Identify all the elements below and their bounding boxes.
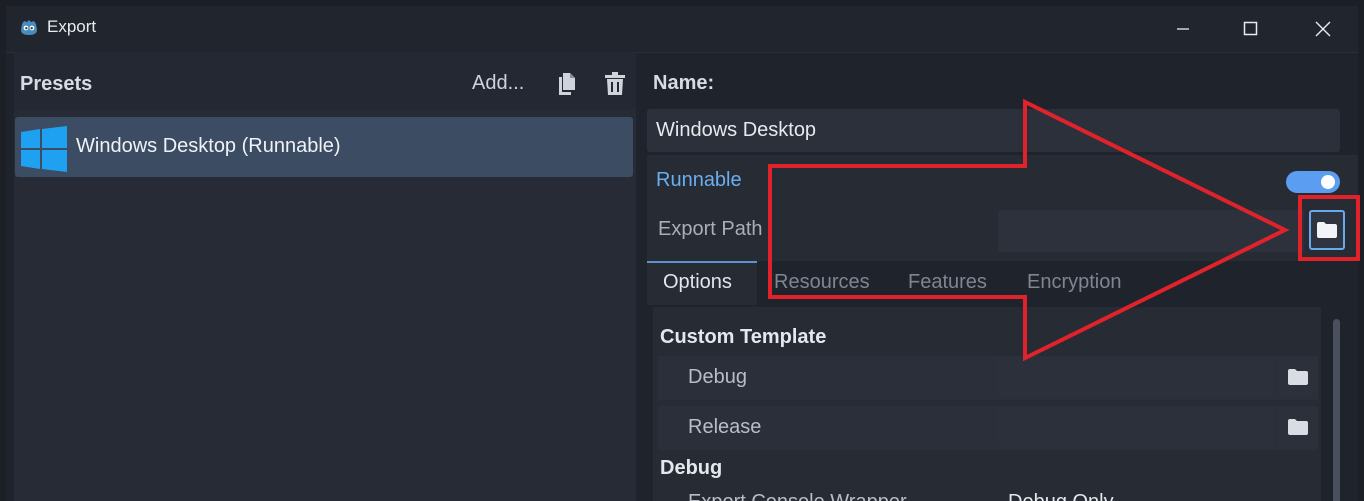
- release-template-browse-button[interactable]: [1278, 407, 1318, 447]
- debug-template-label: Debug: [688, 366, 747, 388]
- add-preset-button[interactable]: Add...: [472, 72, 524, 95]
- name-field[interactable]: Windows Desktop: [647, 109, 1340, 152]
- options-scrollbar[interactable]: [1333, 319, 1340, 501]
- debug-template-field[interactable]: [998, 357, 1273, 397]
- minimize-button[interactable]: [1148, 6, 1218, 52]
- tab-bar: Options Resources Features Encryption: [647, 261, 1358, 305]
- export-console-wrapper-value[interactable]: Debug Only: [1008, 491, 1114, 501]
- name-label: Name:: [653, 72, 715, 94]
- folder-icon: [1288, 369, 1308, 385]
- tab-options[interactable]: Options: [663, 271, 732, 294]
- preset-item-label: Windows Desktop (Runnable): [76, 135, 341, 157]
- presets-title: Presets: [20, 73, 93, 95]
- debug-template-browse-button[interactable]: [1278, 357, 1318, 397]
- close-icon: [1315, 21, 1331, 37]
- godot-logo-icon: [21, 20, 37, 35]
- export-dialog: Export Presets Add... Windows Desktop (R…: [6, 6, 1358, 501]
- section-debug: Debug: [660, 457, 723, 479]
- tab-encryption[interactable]: Encryption: [1027, 271, 1122, 294]
- maximize-icon: [1243, 21, 1258, 36]
- preset-item-windows-desktop[interactable]: Windows Desktop (Runnable): [15, 117, 633, 177]
- export-path-label: Export Path: [658, 218, 763, 240]
- close-button[interactable]: [1288, 6, 1358, 52]
- options-panel: Custom Template Debug Release Debug Expo…: [653, 307, 1321, 501]
- toggle-knob: [1321, 175, 1335, 189]
- folder-icon: [1317, 222, 1337, 238]
- presets-panel: Presets Add... Windows Desktop (Runnable…: [14, 52, 636, 501]
- export-console-wrapper-label: Export Console Wrapper: [688, 491, 907, 501]
- window-title: Export: [47, 17, 97, 36]
- tab-features[interactable]: Features: [908, 271, 987, 294]
- section-custom-template: Custom Template: [660, 326, 827, 348]
- folder-icon: [1288, 419, 1308, 435]
- runnable-label: Runnable: [656, 169, 742, 191]
- windows-logo-icon: [21, 126, 67, 172]
- name-field-value: Windows Desktop: [656, 119, 817, 141]
- release-template-field[interactable]: [998, 407, 1273, 447]
- preset-details-panel: Name: Windows Desktop Runnable Export Pa…: [647, 52, 1358, 501]
- preset-properties: Runnable Export Path: [647, 155, 1358, 261]
- maximize-button[interactable]: [1216, 6, 1286, 52]
- preset-list: Windows Desktop (Runnable): [14, 110, 636, 501]
- minimize-icon: [1177, 28, 1189, 30]
- trash-icon[interactable]: [604, 72, 626, 96]
- tab-resources[interactable]: Resources: [774, 271, 870, 294]
- runnable-toggle[interactable]: [1286, 171, 1340, 193]
- release-template-label: Release: [688, 416, 762, 438]
- title-bar[interactable]: Export: [6, 6, 1358, 53]
- export-path-browse-button[interactable]: [1309, 210, 1345, 250]
- duplicate-icon[interactable]: [557, 72, 577, 96]
- export-path-field[interactable]: [998, 210, 1304, 252]
